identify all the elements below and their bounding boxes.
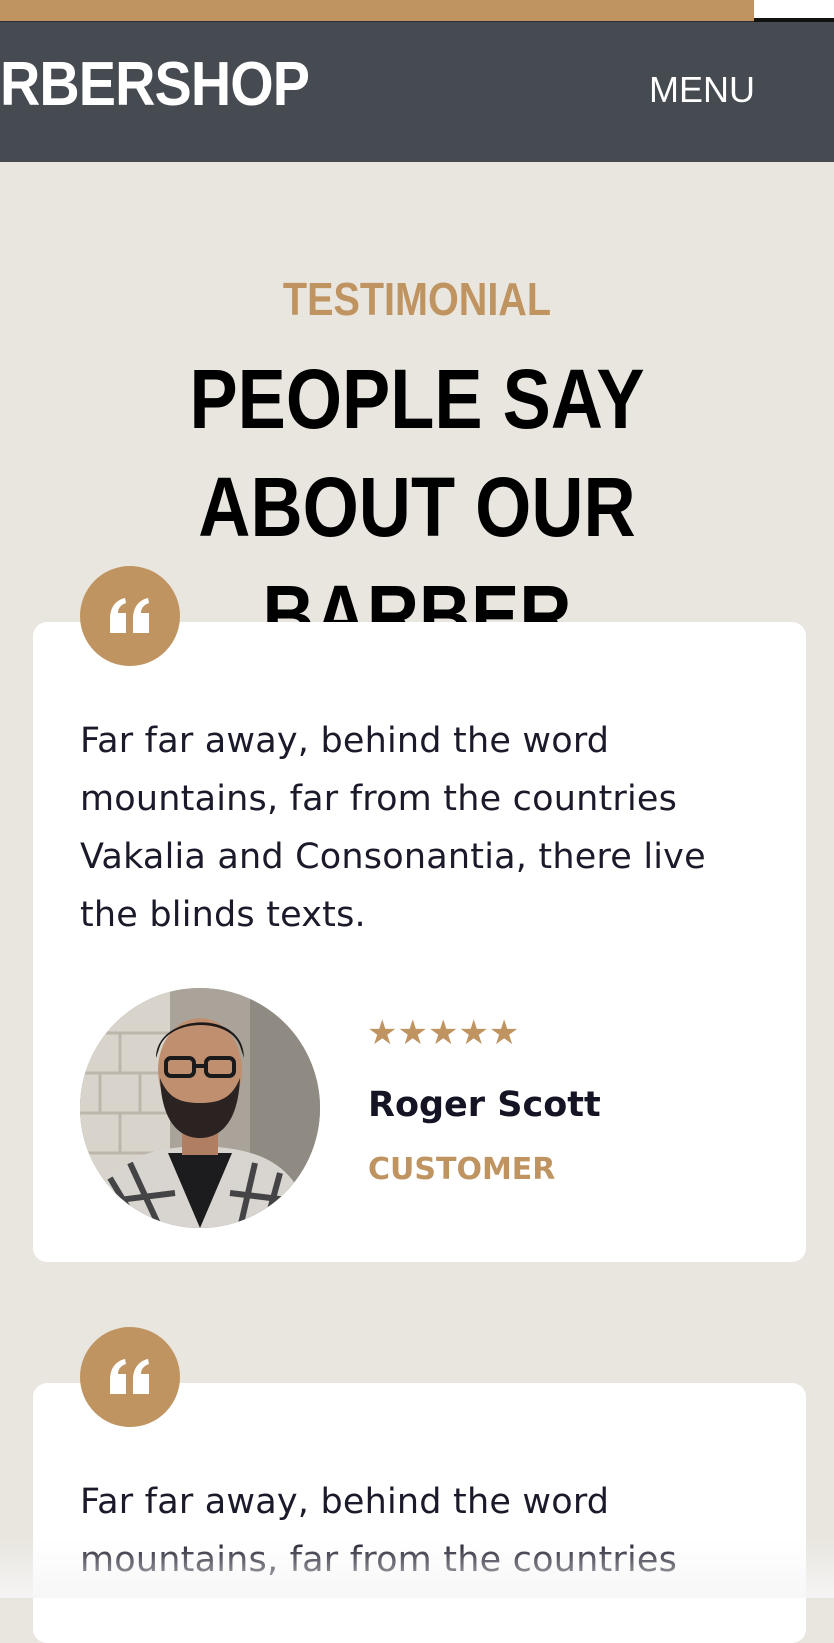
brand-logo[interactable]: RBERSHOP xyxy=(0,54,310,116)
quote-badge xyxy=(80,566,180,666)
testimonial-text-line: Vakalia and Consonantia, there live xyxy=(80,837,706,877)
testimonial-text-line: Far far away, behind the word xyxy=(80,1482,610,1522)
customer-avatar xyxy=(80,988,320,1228)
testimonial-text: Far far away, behind the word mountains,… xyxy=(80,1473,770,1589)
testimonial-text-line: Far far away, behind the word xyxy=(80,721,610,761)
section-heading-line: PEOPLE SAY xyxy=(189,352,645,446)
top-strip-accent-band xyxy=(0,0,754,21)
quote-icon xyxy=(110,598,149,633)
quote-badge xyxy=(80,1327,180,1427)
quote-icon xyxy=(110,1359,149,1394)
customer-photo xyxy=(80,988,320,1228)
rating-stars: ★★★★★ xyxy=(367,1013,520,1053)
section-eyebrow: TESTIMONIAL xyxy=(282,273,552,325)
menu-button[interactable]: MENU xyxy=(649,72,755,108)
testimonial-text-line: mountains, far from the countries xyxy=(80,779,678,819)
testimonial-text-line: mountains, far from the countries xyxy=(80,1540,678,1580)
customer-name: Roger Scott xyxy=(368,1085,601,1125)
testimonial-text: Far far away, behind the word mountains,… xyxy=(80,712,770,944)
testimonial-text-line: the blinds texts. xyxy=(80,895,366,935)
customer-role: CUSTOMER xyxy=(368,1152,556,1187)
